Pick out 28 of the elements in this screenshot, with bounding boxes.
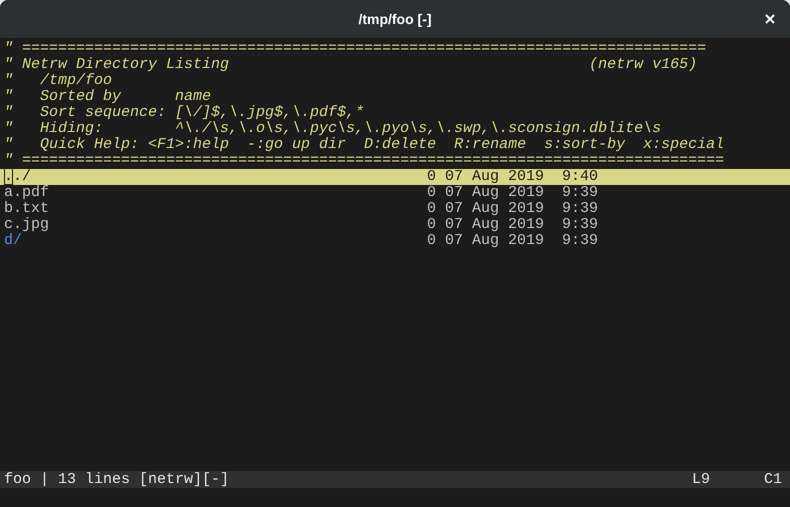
entry-details: 0 07 Aug 2019 9:39 xyxy=(427,217,598,233)
listing-row[interactable]: b.txt 0 07 Aug 2019 9:39 xyxy=(0,201,790,217)
listing-row[interactable]: d/ 0 07 Aug 2019 9:39 xyxy=(0,233,790,249)
comment-line: " ============================================================================== xyxy=(3,153,726,169)
entry-name: a.pdf xyxy=(4,185,50,201)
entry-details: 0 07 Aug 2019 9:39 xyxy=(427,233,598,249)
window-title: /tmp/foo [-] xyxy=(358,11,432,27)
comment-line: " Netrw Directory Listing (netrw v165) xyxy=(3,57,698,73)
entry-name: ../ xyxy=(4,169,32,185)
entry-name: c.jpg xyxy=(4,217,50,233)
column-number: C1 xyxy=(764,471,782,488)
comment-line: " Sorted by name xyxy=(3,89,212,105)
entry-name: b.txt xyxy=(4,201,50,217)
entry-details: 0 07 Aug 2019 9:40 xyxy=(427,169,598,185)
entry-name: d/ xyxy=(4,233,24,249)
comment-line: " ============================================================================ xyxy=(3,41,708,57)
close-icon xyxy=(765,14,775,24)
comment-line: " /tmp/foo xyxy=(3,73,114,89)
listing-row[interactable]: a.pdf 0 07 Aug 2019 9:39 xyxy=(0,185,790,201)
entry-details: 0 07 Aug 2019 9:39 xyxy=(427,201,598,217)
entry-details: 0 07 Aug 2019 9:39 xyxy=(427,185,598,201)
listing-row[interactable]: ../ 0 07 Aug 2019 9:40 xyxy=(0,169,790,185)
comment-line: " Hiding: ^\./\s,\.o\s,\.pyc\s,\.pyo\s,\.swp,\.sconsign.dblite\s xyxy=(3,121,662,137)
comment-line: " Sort sequence: [\/]$,\.jpg$,\.pdf$,* xyxy=(3,105,366,121)
comment-line: " Quick Help: <F1>:help -:go up dir D:delete R:rename s:sort-by x:special xyxy=(3,137,726,153)
listing-row[interactable]: c.jpg 0 07 Aug 2019 9:39 xyxy=(0,217,790,233)
file-info: foo | 13 lines [netrw][-] xyxy=(4,471,230,488)
line-number: L9 xyxy=(692,471,710,488)
